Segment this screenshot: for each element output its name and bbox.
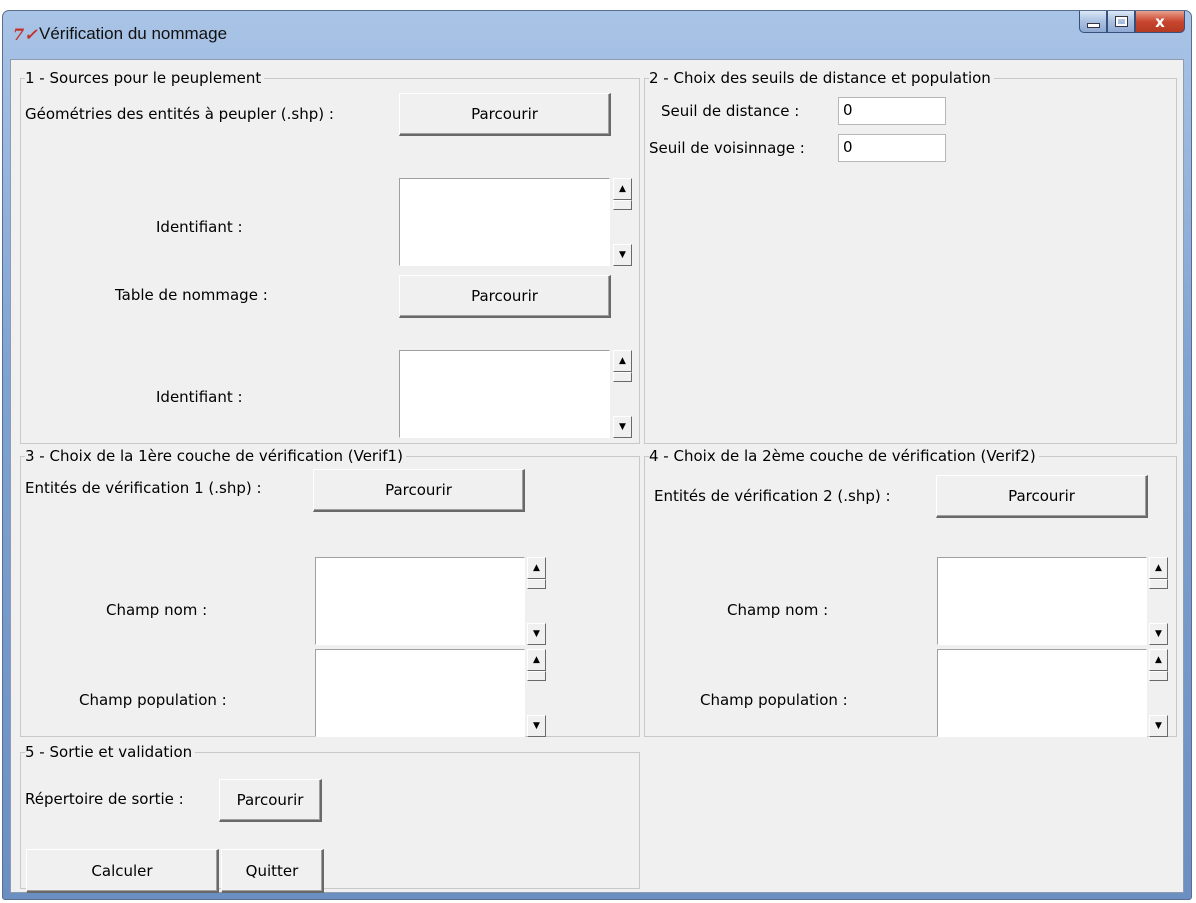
window-controls: x (1079, 11, 1185, 37)
seuil-voisinage-label: Seuil de voisinnage : (649, 139, 805, 157)
scroll-down-icon[interactable]: ▼ (1149, 715, 1168, 737)
output-browse-button[interactable]: Parcourir (219, 779, 322, 822)
window-title: Vérification du nommage (39, 24, 228, 43)
section-seuils-legend: 2 - Choix des seuils de distance et popu… (649, 68, 994, 88)
seuil-distance-input[interactable]: 0 (838, 97, 946, 125)
verif2-name-label: Champ nom : (727, 601, 829, 619)
geometries-label: Géométries des entités à peupler (.shp) … (25, 105, 334, 123)
verif2-pop-listbox[interactable] (937, 649, 1147, 737)
quitter-button[interactable]: Quitter (221, 849, 324, 893)
section-sortie-legend: 5 - Sortie et validation (25, 742, 196, 762)
maximize-button[interactable] (1107, 11, 1135, 33)
scroll-thumb[interactable] (613, 200, 632, 210)
verif2-browse-button[interactable]: Parcourir (936, 475, 1148, 518)
identifiant-1-scrollbar[interactable]: ▲ ▼ (613, 178, 632, 266)
app-window: 7✓ Vérification du nommage x 1 - Sources… (2, 10, 1192, 900)
output-dir-label: Répertoire de sortie : (25, 790, 184, 808)
seuil-voisinage-input[interactable]: 0 (838, 134, 946, 162)
section-verif1-legend: 3 - Choix de la 1ère couche de vérificat… (25, 446, 406, 466)
identifiant-1-listbox[interactable] (399, 178, 610, 266)
tk-feather-icon: 7✓ (13, 25, 38, 44)
identifiant-2-label: Identifiant : (156, 388, 243, 406)
close-icon: x (1155, 12, 1165, 31)
scroll-thumb[interactable] (527, 579, 546, 589)
verif1-entities-label: Entités de vérification 1 (.shp) : (25, 479, 262, 497)
scroll-down-icon[interactable]: ▼ (527, 623, 546, 645)
scroll-thumb[interactable] (527, 671, 546, 681)
scroll-down-icon[interactable]: ▼ (527, 715, 546, 737)
identifiant-2-scrollbar[interactable]: ▲ ▼ (613, 350, 632, 438)
scroll-up-icon[interactable]: ▲ (613, 350, 632, 372)
calculer-button[interactable]: Calculer (26, 849, 219, 893)
scroll-up-icon[interactable]: ▲ (527, 557, 546, 579)
scroll-down-icon[interactable]: ▼ (613, 244, 632, 266)
scroll-thumb[interactable] (1149, 671, 1168, 681)
verif1-pop-label: Champ population : (79, 691, 227, 709)
scroll-up-icon[interactable]: ▲ (527, 649, 546, 671)
verif2-entities-label: Entités de vérification 2 (.shp) : (654, 487, 891, 505)
verif1-browse-button[interactable]: Parcourir (313, 469, 525, 512)
scroll-up-icon[interactable]: ▲ (1149, 557, 1168, 579)
scroll-down-icon[interactable]: ▼ (613, 416, 632, 438)
verif1-name-label: Champ nom : (106, 601, 208, 619)
scroll-thumb[interactable] (613, 372, 632, 382)
scroll-down-icon[interactable]: ▼ (1149, 623, 1168, 645)
client-area: 1 - Sources pour le peuplement Géométrie… (10, 59, 1184, 893)
verif1-name-scrollbar[interactable]: ▲ ▼ (527, 557, 546, 645)
verif1-pop-listbox[interactable] (315, 649, 525, 737)
geometries-browse-button[interactable]: Parcourir (399, 93, 611, 136)
verif1-name-listbox[interactable] (315, 557, 525, 645)
title-bar[interactable]: 7✓ Vérification du nommage x (3, 11, 1191, 59)
section-sources-legend: 1 - Sources pour le peuplement (25, 68, 265, 88)
seuil-distance-label: Seuil de distance : (661, 102, 800, 120)
verif2-name-scrollbar[interactable]: ▲ ▼ (1149, 557, 1168, 645)
close-button[interactable]: x (1135, 11, 1185, 33)
section-verif2-legend: 4 - Choix de la 2ème couche de vérificat… (649, 446, 1039, 466)
table-browse-button[interactable]: Parcourir (399, 275, 611, 318)
verif1-pop-scrollbar[interactable]: ▲ ▼ (527, 649, 546, 737)
scroll-thumb[interactable] (1149, 579, 1168, 589)
maximize-icon (1114, 16, 1128, 27)
section-seuils: 2 - Choix des seuils de distance et popu… (644, 68, 1177, 444)
minimize-icon (1086, 23, 1100, 28)
scroll-up-icon[interactable]: ▲ (613, 178, 632, 200)
identifiant-1-label: Identifiant : (156, 218, 243, 236)
scroll-up-icon[interactable]: ▲ (1149, 649, 1168, 671)
verif2-name-listbox[interactable] (937, 557, 1147, 645)
identifiant-2-listbox[interactable] (399, 350, 610, 438)
minimize-button[interactable] (1079, 11, 1107, 33)
verif2-pop-label: Champ population : (700, 691, 848, 709)
verif2-pop-scrollbar[interactable]: ▲ ▼ (1149, 649, 1168, 737)
table-nommage-label: Table de nommage : (115, 286, 268, 304)
